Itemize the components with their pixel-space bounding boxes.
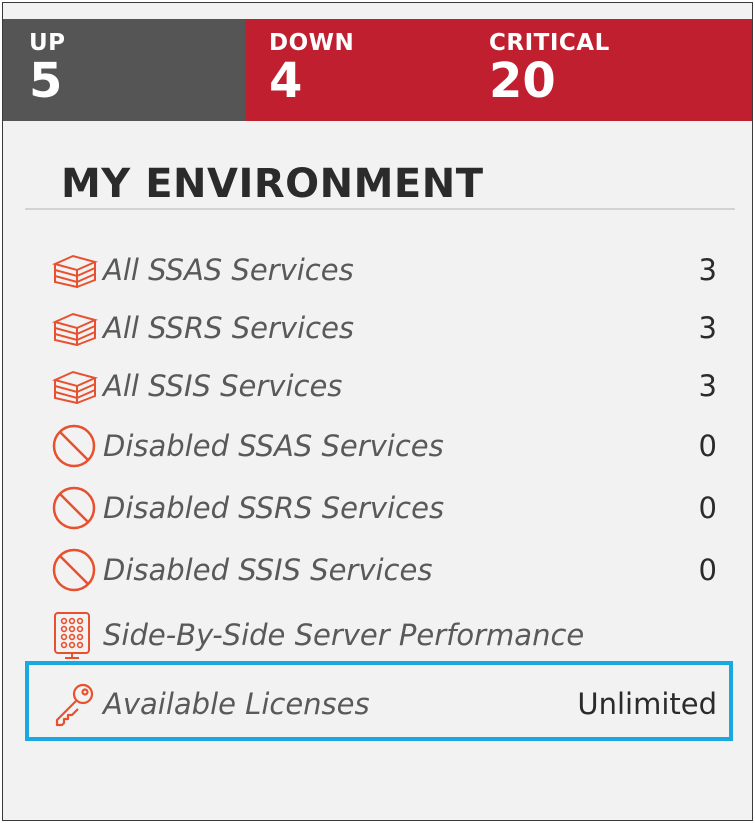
status-down-label: DOWN bbox=[269, 30, 355, 56]
list-item-count: 0 bbox=[698, 491, 717, 525]
server-stack-icon bbox=[51, 245, 103, 295]
disabled-icon bbox=[51, 545, 103, 595]
list-item-label: Side-By-Side Server Performance bbox=[103, 618, 585, 652]
disabled-icon bbox=[51, 421, 103, 471]
list-item-all-ssas[interactable]: All SSAS Services 3 bbox=[51, 245, 717, 295]
status-down-count: 4 bbox=[269, 53, 303, 109]
highlight-box bbox=[25, 661, 733, 741]
list-item-label: All SSAS Services bbox=[103, 253, 354, 287]
environment-panel: UP 5 DOWN 4 CRITICAL 20 MY ENVIRONMENT A… bbox=[2, 2, 753, 821]
status-up-count: 5 bbox=[29, 53, 63, 109]
status-critical-count: 20 bbox=[489, 53, 556, 109]
status-up-block: UP 5 bbox=[29, 31, 66, 107]
status-up-label: UP bbox=[29, 30, 66, 56]
section-title: MY ENVIRONMENT bbox=[61, 161, 484, 207]
list-item-label: Disabled SSAS Services bbox=[103, 429, 444, 463]
list-item-label: All SSRS Services bbox=[103, 311, 355, 345]
status-critical-label: CRITICAL bbox=[489, 30, 610, 56]
status-down-block[interactable]: DOWN 4 bbox=[269, 31, 354, 107]
status-up-tile[interactable]: UP 5 bbox=[3, 19, 245, 121]
list-item-label: Disabled SSIS Services bbox=[103, 553, 433, 587]
status-bar: UP 5 DOWN 4 CRITICAL 20 bbox=[3, 19, 752, 121]
list-item-all-ssrs[interactable]: All SSRS Services 3 bbox=[51, 303, 717, 353]
list-item-label: All SSIS Services bbox=[103, 369, 343, 403]
list-item-count: 3 bbox=[698, 311, 717, 345]
server-stack-icon bbox=[51, 303, 103, 353]
disabled-icon bbox=[51, 483, 103, 533]
server-grid-icon bbox=[51, 610, 103, 660]
server-stack-icon bbox=[51, 361, 103, 411]
list-item-count: 3 bbox=[698, 369, 717, 403]
list-item-count: 0 bbox=[698, 429, 717, 463]
status-down-critical-tile: DOWN 4 CRITICAL 20 bbox=[245, 19, 752, 121]
list-item-all-ssis[interactable]: All SSIS Services 3 bbox=[51, 361, 717, 411]
list-item-disabled-ssas[interactable]: Disabled SSAS Services 0 bbox=[51, 421, 717, 471]
list-item-count: 3 bbox=[698, 253, 717, 287]
section-divider bbox=[25, 208, 735, 210]
list-item-disabled-ssis[interactable]: Disabled SSIS Services 0 bbox=[51, 545, 717, 595]
list-item-side-by-side[interactable]: Side-By-Side Server Performance bbox=[51, 610, 717, 660]
status-critical-block[interactable]: CRITICAL 20 bbox=[489, 31, 610, 107]
list-item-count: 0 bbox=[698, 553, 717, 587]
list-item-disabled-ssrs[interactable]: Disabled SSRS Services 0 bbox=[51, 483, 717, 533]
list-item-label: Disabled SSRS Services bbox=[103, 491, 445, 525]
